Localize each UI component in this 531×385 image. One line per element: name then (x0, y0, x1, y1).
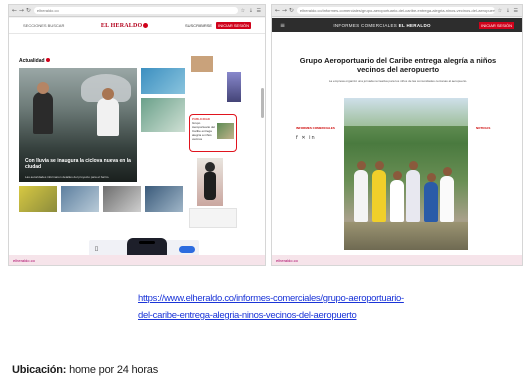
article-title: Grupo Aeroportuario del Caribe entrega a… (299, 56, 497, 74)
location-note: Ubicación: home por 24 horas (12, 364, 158, 376)
browser-nav-icons[interactable]: ← → ↻ (12, 7, 31, 14)
scrollbar-thumb[interactable] (261, 88, 264, 118)
browser-tools-icons[interactable]: ☆ ↓ ☰ (241, 8, 262, 14)
login-button[interactable]: INICIAR SESIÓN (479, 21, 514, 29)
slide: ← → ↻ elheraldo.co ☆ ↓ ☰ SECCIONES BUSCA… (0, 0, 531, 385)
address-bar[interactable]: elheraldo.co/informes-comerciales/grupo-… (296, 7, 495, 14)
browser-toolbar: ← → ↻ elheraldo.co ☆ ↓ ☰ (9, 5, 265, 17)
status-bar: elheraldo.co (9, 255, 265, 265)
person-image (33, 82, 53, 134)
brand-prefix: INFORMES COMERCIALES (333, 22, 398, 28)
article-screenshot: ← → ↻ elheraldo.co/informes-comerciales/… (271, 4, 523, 266)
sidebar-label[interactable]: NOTICIAS (476, 126, 510, 130)
article-lead: La empresa organizó una jornada recreati… (328, 79, 468, 83)
article-left-sidebar: INFORMES COMERCIALES f ✕ in (296, 126, 336, 141)
person-figure (390, 171, 404, 222)
hero-headline[interactable]: Con lluvia se inaugura la ciclova nueva … (25, 158, 131, 170)
story-thumbnail[interactable] (191, 56, 213, 72)
article-right-sidebar: NOTICIAS (476, 126, 510, 130)
site-header: SECCIONES BUSCAR EL HERALDO SUSCRIBIRSE … (9, 18, 265, 34)
subscribe-link[interactable]: SUSCRIBIRSE (185, 23, 212, 28)
homepage-screenshot: ← → ↻ elheraldo.co ☆ ↓ ☰ SECCIONES BUSCA… (8, 4, 266, 266)
header-actions: INICIAR SESIÓN (479, 21, 514, 29)
person-image[interactable] (197, 158, 223, 206)
site-logo[interactable]: EL HERALDO (101, 23, 149, 29)
highlighted-article-card[interactable]: PUBLICIDAD Grupo Aeroportuario del Carib… (189, 114, 237, 152)
hero-story[interactable]: Con lluvia se inaugura la ciclova nueva … (19, 68, 137, 182)
story-thumbnail[interactable] (145, 186, 183, 212)
location-value: home por 24 horas (66, 364, 159, 376)
article-photo (344, 98, 468, 250)
story-row (19, 186, 189, 212)
logo-text: EL HERALDO (100, 22, 143, 29)
logo-badge-icon (143, 22, 149, 28)
menu-icon[interactable]: ≡ (280, 22, 285, 29)
login-button[interactable]: INICIAR SESIÓN (216, 22, 251, 29)
site-brand[interactable]: INFORMES COMERCIALES EL HERALDO (333, 23, 431, 28)
status-bar: elheraldo.co (272, 255, 522, 265)
story-thumbnail[interactable] (227, 72, 241, 102)
browser-toolbar: ← → ↻ elheraldo.co/informes-comerciales/… (272, 5, 522, 17)
sidebar-label[interactable]: INFORMES COMERCIALES (296, 126, 336, 130)
sections-menu[interactable]: SECCIONES BUSCAR (23, 23, 64, 28)
photo-sky (344, 98, 468, 126)
live-dot-icon (45, 58, 50, 62)
person-figure (354, 161, 368, 222)
article-url-link[interactable]: https://www.elheraldo.co/informes-comerc… (138, 290, 428, 324)
header-actions: SUSCRIBIRSE INICIAR SESIÓN (185, 22, 251, 29)
brand-name: EL HERALDO (398, 22, 431, 28)
story-thumbnail[interactable] (61, 186, 99, 212)
story-image[interactable] (141, 98, 185, 132)
highlighted-article-thumbnail[interactable] (217, 123, 234, 139)
apple-logo-icon:  (95, 246, 98, 252)
person-figure (372, 161, 386, 222)
section-tag-label: Actualidad (19, 58, 45, 64)
location-label: Ubicación: (12, 364, 67, 376)
story-image[interactable] (141, 68, 185, 94)
share-icons[interactable]: f ✕ in (296, 136, 336, 141)
address-bar[interactable]: elheraldo.co (33, 7, 238, 14)
article-url-line[interactable]: del-caribe-entrega-alegria-ninos-vecinos… (138, 307, 428, 324)
person-figure (424, 173, 438, 222)
person-figure (440, 167, 454, 222)
hero-summary: Las autoridades informaron detalles del … (25, 175, 110, 179)
story-thumbnail[interactable] (103, 186, 141, 212)
person-image (97, 88, 119, 136)
ad-cta-button[interactable] (179, 246, 195, 253)
phone-image (127, 238, 167, 255)
section-tag[interactable]: Actualidad (19, 58, 50, 64)
site-header: ≡ INFORMES COMERCIALES EL HERALDO INICIA… (272, 18, 522, 32)
advertisement-banner[interactable]:  (89, 238, 199, 255)
story-thumbnail[interactable] (19, 186, 57, 212)
photo-ground (344, 222, 468, 250)
person-figure (406, 161, 420, 222)
highlighted-article-title[interactable]: Grupo Aeroportuario del Caribe entrega a… (192, 121, 217, 141)
story-column (141, 68, 185, 132)
article-url-line[interactable]: https://www.elheraldo.co/informes-comerc… (138, 290, 428, 307)
page-viewport: ≡ INFORMES COMERCIALES EL HERALDO INICIA… (272, 18, 522, 255)
browser-tools-icons[interactable]: ☆ ↓ ☰ (498, 8, 519, 14)
browser-nav-icons[interactable]: ← → ↻ (275, 7, 294, 14)
page-viewport: SECCIONES BUSCAR EL HERALDO SUSCRIBIRSE … (9, 18, 265, 255)
widget-box (189, 208, 237, 228)
